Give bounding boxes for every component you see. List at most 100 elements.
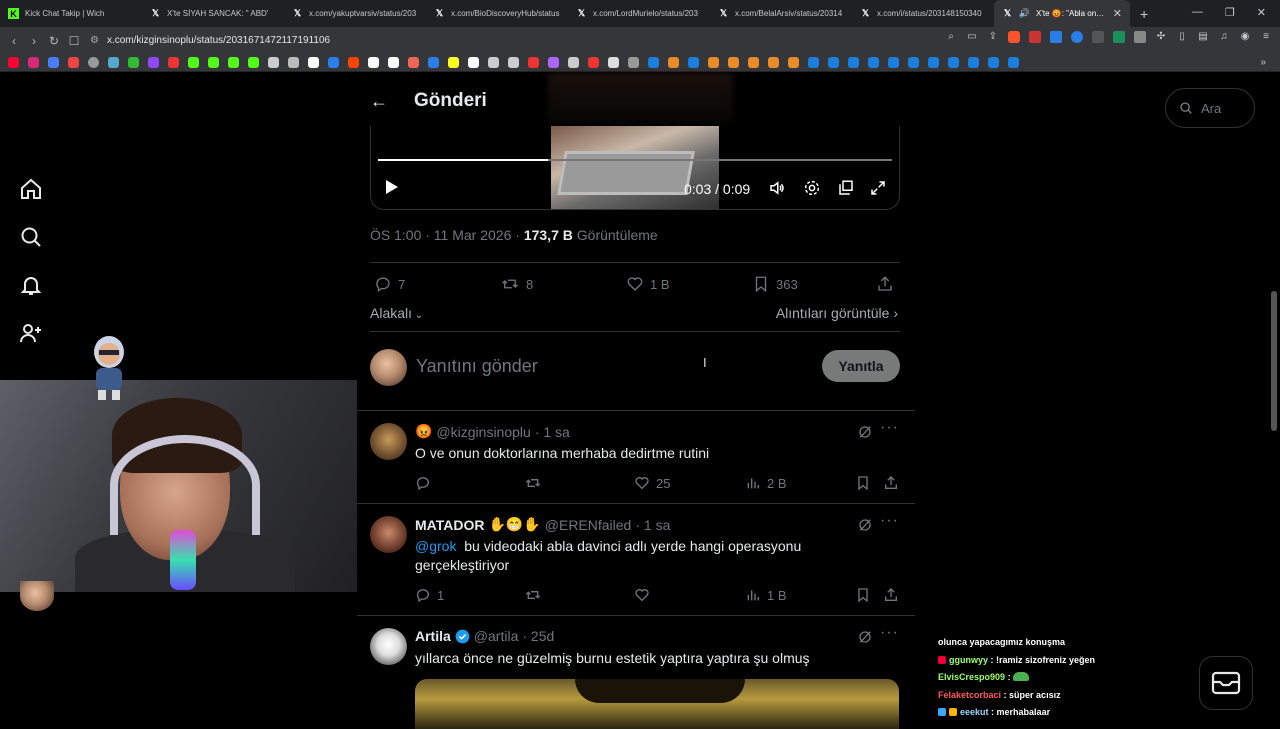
browser-tab[interactable]: 𝕏 X'te SİYAH SANCAK: " ABD' (142, 0, 284, 27)
share-icon[interactable]: ⇪ (987, 31, 999, 43)
folder-icon[interactable] (628, 57, 639, 68)
bookmark-icon[interactable] (328, 57, 339, 68)
bookmark-icon[interactable] (68, 57, 79, 68)
reply-button[interactable]: 7 (374, 275, 405, 293)
bookmark-icon[interactable] (48, 57, 59, 68)
bookmark-button[interactable] (855, 475, 871, 491)
tweet-time[interactable]: · 1 sa (535, 424, 570, 440)
browser-tab[interactable]: 𝕏x.com/BioDiscoveryHub/status (426, 0, 568, 27)
reply-tweet[interactable]: Artila @artila · 25d ··· yıllarca önce n… (357, 615, 915, 729)
user-handle[interactable]: @artila (474, 628, 519, 644)
bookmark-icon[interactable] (448, 57, 459, 68)
bookmark-icon[interactable] (28, 57, 39, 68)
reply-button[interactable] (415, 475, 437, 491)
steam-icon[interactable] (908, 57, 919, 68)
messages-button[interactable] (1199, 656, 1253, 710)
bookmark-icon[interactable] (428, 57, 439, 68)
bookmark-icon[interactable] (488, 57, 499, 68)
repost-button[interactable]: 8 (500, 275, 533, 293)
bookmark-icon[interactable] (748, 57, 759, 68)
browser-tab[interactable]: 𝕏x.com/yakuptvarsiv/status/203 (284, 0, 426, 27)
bookmark-icon[interactable] (348, 57, 359, 68)
extension-icon[interactable] (1029, 31, 1041, 43)
share-button[interactable] (883, 475, 899, 491)
steam-icon[interactable] (948, 57, 959, 68)
repost-button[interactable] (524, 587, 542, 603)
bookmark-icon[interactable] (388, 57, 399, 68)
steam-icon[interactable] (1008, 57, 1019, 68)
extension-icon[interactable] (1113, 31, 1125, 43)
close-tab-icon[interactable]: ✕ (1113, 7, 1122, 20)
reload-icon[interactable]: ↻ (44, 34, 64, 48)
kick-icon[interactable] (208, 57, 219, 68)
bookmark-icon[interactable] (88, 57, 99, 68)
bookmark-icon[interactable] (248, 57, 259, 68)
video-player[interactable]: 0:03 / 0:09 (370, 126, 900, 210)
back-icon[interactable]: ‹ (4, 34, 24, 48)
menu-icon[interactable]: ≡ (1260, 31, 1272, 43)
volume-icon[interactable] (768, 179, 786, 197)
play-icon[interactable] (383, 179, 399, 195)
user-name[interactable]: Artila (415, 628, 451, 644)
zoom-icon[interactable]: ⌕ (945, 31, 957, 43)
share-button[interactable] (883, 587, 899, 603)
search-input[interactable]: Ara (1165, 88, 1255, 128)
steam-icon[interactable] (688, 57, 699, 68)
grok-icon[interactable] (857, 629, 873, 645)
more-options-icon[interactable]: ··· (880, 512, 899, 530)
arrow-left-icon[interactable]: ← (370, 91, 388, 112)
sidebar-icon[interactable]: ▯ (1176, 31, 1188, 43)
forward-icon[interactable]: › (24, 34, 44, 48)
search-icon[interactable] (18, 225, 44, 249)
bookmark-icon[interactable] (508, 57, 519, 68)
extension-icon[interactable] (1050, 31, 1062, 43)
browser-tab[interactable]: 𝕏x.com/BelalArsiv/status/20314 (710, 0, 852, 27)
browser-tab[interactable]: 𝕏x.com/LordMurielo/status/203 (568, 0, 710, 27)
url-field[interactable]: ⚙ x.com/kizginsinoplu/status/20316714721… (90, 31, 960, 50)
extension-icon[interactable] (1134, 31, 1146, 43)
bookmark-icon[interactable] (728, 57, 739, 68)
bookmark-icon[interactable] (548, 57, 559, 68)
bookmark-icon[interactable] (668, 57, 679, 68)
extension-icon[interactable] (1071, 31, 1083, 43)
bookmark-icon[interactable]: ☐ (64, 34, 84, 48)
user-handle[interactable]: @ERENfailed (545, 517, 632, 533)
user-name[interactable]: MATADOR (415, 517, 484, 533)
bookmark-icon[interactable] (128, 57, 139, 68)
follow-icon[interactable] (18, 321, 44, 345)
grok-icon[interactable] (857, 424, 873, 440)
reply-tweet[interactable]: 😡 @kizginsinoplu · 1 sa ··· O ve onun do… (357, 410, 915, 503)
bookmark-icon[interactable] (108, 57, 119, 68)
bookmark-icon[interactable] (708, 57, 719, 68)
like-button[interactable] (634, 587, 656, 603)
steam-icon[interactable] (928, 57, 939, 68)
pip-icon[interactable] (837, 179, 855, 197)
bookmark-icon[interactable] (568, 57, 579, 68)
like-button[interactable]: 1 B (626, 275, 670, 293)
user-handle[interactable]: @kizginsinoplu (436, 424, 530, 440)
bookmark-button[interactable]: 363 (752, 275, 798, 293)
x-icon[interactable] (308, 57, 319, 68)
profile-icon[interactable]: ◉ (1239, 31, 1251, 43)
grok-icon[interactable] (857, 517, 873, 533)
extension-icon[interactable] (1092, 31, 1104, 43)
like-button[interactable]: 25 (634, 475, 670, 491)
view-quotes-link[interactable]: Alıntıları görüntüle › (776, 305, 898, 321)
bookmark-icon[interactable] (468, 57, 479, 68)
home-icon[interactable] (18, 177, 44, 201)
steam-icon[interactable] (828, 57, 839, 68)
browser-tab-active[interactable]: 𝕏🔊X'te 😡: "Abla onunla d✕ (994, 0, 1130, 27)
views-button[interactable]: 2 B (745, 475, 787, 491)
steam-icon[interactable] (888, 57, 899, 68)
fullscreen-icon[interactable] (869, 179, 887, 197)
reply-submit-button[interactable]: Yanıtla (822, 350, 900, 382)
bookmark-icon[interactable] (168, 57, 179, 68)
speaker-icon[interactable]: 🔊 (1019, 8, 1030, 19)
bookmark-icon[interactable] (288, 57, 299, 68)
bookmark-icon[interactable] (588, 57, 599, 68)
more-options-icon[interactable]: ··· (880, 419, 899, 437)
minimize-icon[interactable]: — (1192, 6, 1203, 19)
bookmark-icon[interactable] (368, 57, 379, 68)
maximize-icon[interactable]: ❐ (1225, 6, 1235, 19)
browser-tab[interactable]: K Kick Chat Takip | Wich (0, 0, 142, 27)
